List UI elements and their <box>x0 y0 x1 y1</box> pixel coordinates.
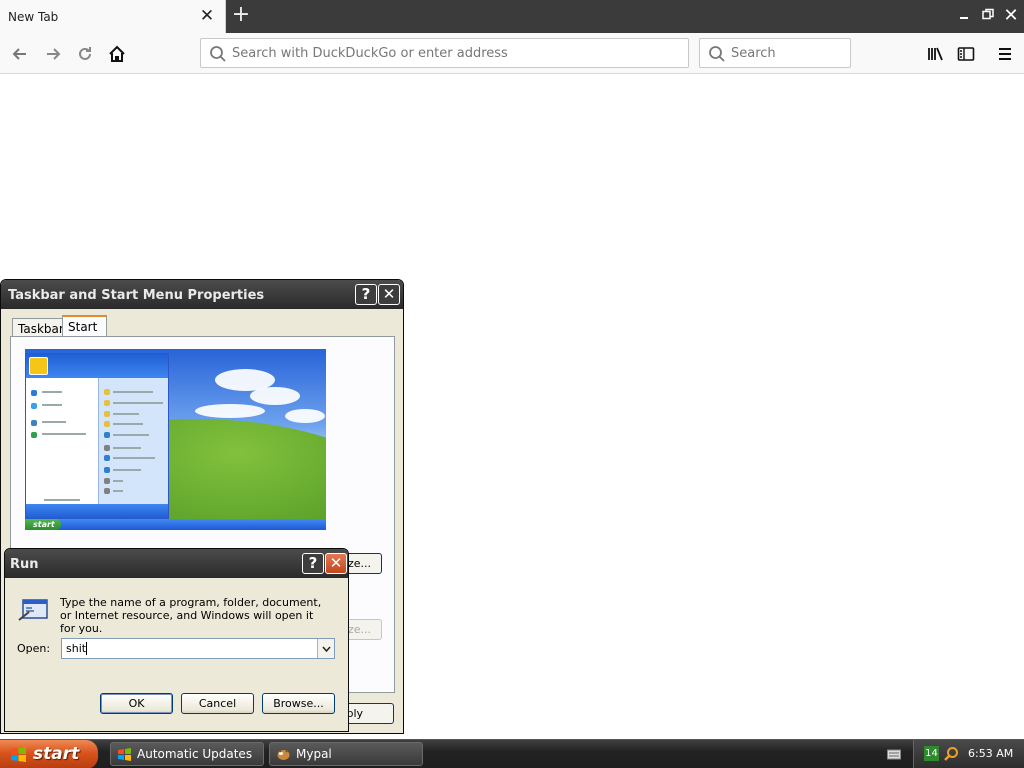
preview-menu-line <box>42 433 86 435</box>
preview-cloud <box>195 404 265 418</box>
windows-flag-icon <box>11 747 26 762</box>
system-tray: 14 6:53 AM <box>913 740 1024 768</box>
new-tab-icon[interactable]: + <box>230 4 252 28</box>
text-caret <box>86 642 87 655</box>
preview-cloud <box>285 409 325 423</box>
browse-button[interactable]: Browse... <box>262 693 335 714</box>
preview-menu-icon <box>104 411 110 417</box>
preview-menu-icon <box>104 445 110 451</box>
home-icon[interactable] <box>104 41 130 67</box>
windows-update-icon <box>118 748 131 761</box>
preview-cloud <box>250 387 300 405</box>
run-titlebar[interactable]: Run ? ✕ <box>5 549 348 578</box>
preview-menu-icon <box>31 432 37 438</box>
start-button[interactable]: start <box>0 740 98 768</box>
search-icon <box>210 46 226 62</box>
help-icon[interactable]: ? <box>355 284 377 305</box>
preview-menu-icon <box>104 467 110 473</box>
preview-menu-footer <box>26 504 168 518</box>
taskbar-item-mypal[interactable]: Mypal <box>269 742 423 766</box>
browser-navbar: Search with DuckDuckGo or enter address … <box>0 33 1024 74</box>
search-placeholder: Search <box>731 46 776 61</box>
address-bar[interactable]: Search with DuckDuckGo or enter address <box>200 38 689 68</box>
search-icon <box>709 46 725 62</box>
preview-taskbar: start <box>25 519 326 530</box>
help-icon[interactable]: ? <box>302 553 324 574</box>
preview-start-button: start <box>25 519 61 530</box>
preview-menu-line <box>42 421 66 423</box>
preview-menu-line <box>113 447 141 449</box>
preview-menu-line <box>44 499 80 501</box>
back-icon[interactable] <box>7 41 33 67</box>
preview-menu-line <box>113 457 155 459</box>
browser-tab-bar: New Tab ✕ + ✕ <box>0 0 1024 33</box>
window-close-icon[interactable]: ✕ <box>1001 5 1021 27</box>
taskbar-item-label: Automatic Updates <box>137 747 253 761</box>
restore-icon[interactable] <box>978 5 998 27</box>
preview-menu-icon <box>104 488 110 494</box>
preview-menu-icon <box>104 432 110 438</box>
start-label: start <box>33 744 80 764</box>
library-icon[interactable] <box>922 41 948 67</box>
preview-menu-icon <box>104 478 110 484</box>
run-dialog: Run ? ✕ Type the name of a program, fold… <box>4 548 349 732</box>
close-icon[interactable]: ✕ <box>325 553 347 574</box>
keyboard-icon[interactable] <box>887 748 901 760</box>
taskbar-item-automatic-updates[interactable]: Automatic Updates <box>110 742 264 766</box>
tab-close-icon[interactable]: ✕ <box>199 8 215 25</box>
preview-menu-icon <box>104 389 110 395</box>
preview-menu-line <box>42 391 62 393</box>
preview-menu-line <box>113 480 123 482</box>
address-placeholder: Search with DuckDuckGo or enter address <box>232 46 508 61</box>
preview-menu-line <box>113 402 163 404</box>
preview-menu-line <box>113 391 153 393</box>
preview-menu-line <box>113 413 139 415</box>
start-menu-preview: start <box>25 349 326 530</box>
close-icon[interactable]: ✕ <box>378 284 400 305</box>
run-instructions: Type the name of a program, folder, docu… <box>60 596 322 635</box>
mypal-browser-icon <box>277 749 290 760</box>
ok-button[interactable]: OK <box>100 693 173 714</box>
run-title: Run <box>10 557 39 572</box>
screen: New Tab ✕ + ✕ Search with DuckDuckGo or … <box>0 0 1024 768</box>
windows-taskbar: start Automatic Updates Mypal 14 6:53 AM <box>0 739 1024 768</box>
preview-menu-line <box>113 469 141 471</box>
preview-menu-icon <box>104 455 110 461</box>
preview-menu-line <box>113 423 143 425</box>
run-program-icon <box>18 599 48 621</box>
minimize-icon[interactable] <box>954 5 974 27</box>
open-input-value: shit <box>66 642 87 655</box>
preview-menu-line <box>42 404 62 406</box>
tray-badge[interactable]: 14 <box>924 746 939 761</box>
tab-title: New Tab <box>8 10 59 24</box>
browser-tab[interactable]: New Tab ✕ <box>0 0 226 33</box>
taskbar-item-label: Mypal <box>296 747 332 761</box>
search-field[interactable]: Search <box>699 38 851 68</box>
chevron-down-icon[interactable] <box>317 639 334 658</box>
search-icon[interactable] <box>943 746 959 762</box>
cancel-button[interactable]: Cancel <box>181 693 254 714</box>
preview-menu-icon <box>31 390 37 396</box>
forward-icon[interactable] <box>40 41 66 67</box>
preview-menu-line <box>113 434 149 436</box>
sidebar-toggle-icon[interactable] <box>953 41 979 67</box>
preview-menu-line <box>113 490 123 492</box>
reload-icon[interactable] <box>72 41 98 67</box>
open-input[interactable]: shit <box>61 638 335 659</box>
preview-menu-right-pane <box>98 378 168 504</box>
dialog-title: Taskbar and Start Menu Properties <box>8 288 265 303</box>
preview-menu-icon <box>31 420 37 426</box>
avatar <box>29 357 48 375</box>
preview-menu-header <box>26 354 168 378</box>
preview-menu-icon <box>31 403 37 409</box>
preview-start-menu <box>25 353 169 519</box>
preview-menu-icon <box>104 400 110 406</box>
clock: 6:53 AM <box>968 747 1014 760</box>
preview-menu-icon <box>104 421 110 427</box>
hamburger-menu-icon[interactable] <box>992 41 1018 67</box>
open-label: Open: <box>17 642 51 655</box>
dialog-titlebar[interactable]: Taskbar and Start Menu Properties ? ✕ <box>1 280 403 309</box>
